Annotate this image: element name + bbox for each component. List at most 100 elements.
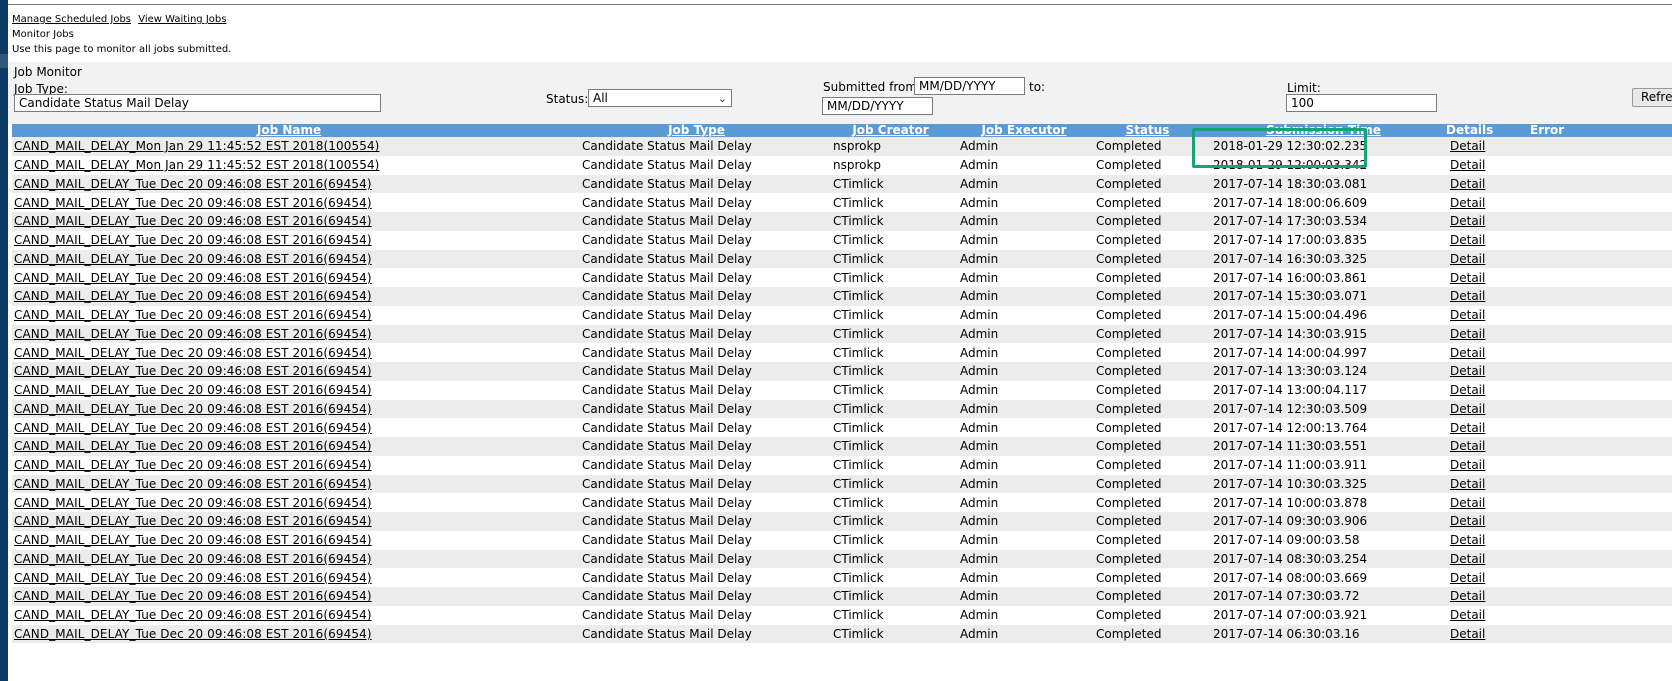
column-header-status[interactable]: Status	[1094, 124, 1201, 137]
table-row: CAND_MAIL_DELAY_Tue Dec 20 09:46:08 EST …	[12, 530, 1672, 550]
job-type-cell: Candidate Status Mail Delay	[566, 455, 827, 475]
detail-link[interactable]: Detail	[1450, 327, 1485, 341]
table-cell: CAND_MAIL_DELAY_Tue Dec 20 09:46:08 EST …	[12, 305, 566, 325]
job-name-link[interactable]: CAND_MAIL_DELAY_Tue Dec 20 09:46:08 EST …	[14, 496, 372, 510]
job-name-link[interactable]: CAND_MAIL_DELAY_Tue Dec 20 09:46:08 EST …	[14, 571, 372, 585]
job-type-cell: Candidate Status Mail Delay	[566, 437, 827, 456]
status-cell: Completed	[1094, 343, 1201, 362]
detail-link[interactable]: Detail	[1450, 552, 1485, 566]
detail-link[interactable]: Detail	[1450, 589, 1485, 603]
column-header-job-name[interactable]: Job Name	[12, 124, 566, 137]
job-type-cell: Candidate Status Mail Delay	[566, 474, 827, 494]
job-name-link[interactable]: CAND_MAIL_DELAY_Tue Dec 20 09:46:08 EST …	[14, 533, 372, 547]
view-waiting-jobs-link[interactable]: View Waiting Jobs	[138, 14, 226, 25]
job-name-link[interactable]: CAND_MAIL_DELAY_Tue Dec 20 09:46:08 EST …	[14, 552, 372, 566]
limit-field[interactable]: 100	[1286, 94, 1437, 112]
detail-link[interactable]: Detail	[1450, 533, 1485, 547]
job-name-link[interactable]: CAND_MAIL_DELAY_Tue Dec 20 09:46:08 EST …	[14, 589, 372, 603]
detail-link[interactable]: Detail	[1450, 252, 1485, 266]
job-name-link[interactable]: CAND_MAIL_DELAY_Tue Dec 20 09:46:08 EST …	[14, 458, 372, 472]
detail-link[interactable]: Detail	[1450, 421, 1485, 435]
submission-time-cell: 2017-07-14 11:00:03.911	[1201, 455, 1446, 475]
detail-link[interactable]: Detail	[1450, 196, 1485, 210]
job-creator-cell: CTimlick	[827, 474, 954, 494]
detail-link[interactable]: Detail	[1450, 477, 1485, 491]
submitted-from-field[interactable]: MM/DD/YYYY	[914, 77, 1025, 95]
detail-link[interactable]: Detail	[1450, 608, 1485, 622]
job-name-link[interactable]: CAND_MAIL_DELAY_Tue Dec 20 09:46:08 EST …	[14, 421, 372, 435]
manage-scheduled-jobs-link[interactable]: Manage Scheduled Jobs	[12, 14, 131, 25]
job-name-link[interactable]: CAND_MAIL_DELAY_Tue Dec 20 09:46:08 EST …	[14, 233, 372, 247]
detail-link[interactable]: Detail	[1450, 158, 1485, 172]
job-type-cell: Candidate Status Mail Delay	[566, 287, 827, 306]
table-cell: CAND_MAIL_DELAY_Tue Dec 20 09:46:08 EST …	[12, 399, 566, 419]
job-name-link[interactable]: CAND_MAIL_DELAY_Tue Dec 20 09:46:08 EST …	[14, 477, 372, 491]
job-type-cell: Candidate Status Mail Delay	[566, 155, 827, 175]
job-name-link[interactable]: CAND_MAIL_DELAY_Tue Dec 20 09:46:08 EST …	[14, 364, 372, 378]
job-name-link[interactable]: CAND_MAIL_DELAY_Tue Dec 20 09:46:08 EST …	[14, 402, 372, 416]
detail-link[interactable]: Detail	[1450, 458, 1485, 472]
detail-link[interactable]: Detail	[1450, 571, 1485, 585]
table-cell: CAND_MAIL_DELAY_Tue Dec 20 09:46:08 EST …	[12, 455, 566, 475]
detail-link[interactable]: Detail	[1450, 346, 1485, 360]
job-name-link[interactable]: CAND_MAIL_DELAY_Tue Dec 20 09:46:08 EST …	[14, 346, 372, 360]
sidebar-tab[interactable]	[0, 54, 8, 68]
job-name-link[interactable]: CAND_MAIL_DELAY_Tue Dec 20 09:46:08 EST …	[14, 608, 372, 622]
submitted-to-field[interactable]: MM/DD/YYYY	[822, 97, 933, 115]
column-header-job-type[interactable]: Job Type	[566, 124, 827, 137]
detail-link[interactable]: Detail	[1450, 214, 1485, 228]
detail-link[interactable]: Detail	[1450, 177, 1485, 191]
status-cell: Completed	[1094, 362, 1201, 381]
job-creator-cell: CTimlick	[827, 437, 954, 456]
job-name-link[interactable]: CAND_MAIL_DELAY_Mon Jan 29 11:45:52 EST …	[14, 139, 379, 153]
detail-link[interactable]: Detail	[1450, 233, 1485, 247]
job-name-link[interactable]: CAND_MAIL_DELAY_Tue Dec 20 09:46:08 EST …	[14, 289, 372, 303]
job-name-link[interactable]: CAND_MAIL_DELAY_Tue Dec 20 09:46:08 EST …	[14, 383, 372, 397]
detail-link[interactable]: Detail	[1450, 402, 1485, 416]
job-name-link[interactable]: CAND_MAIL_DELAY_Tue Dec 20 09:46:08 EST …	[14, 252, 372, 266]
refresh-button[interactable]: Refresh	[1632, 88, 1672, 107]
job-name-link[interactable]: CAND_MAIL_DELAY_Tue Dec 20 09:46:08 EST …	[14, 271, 372, 285]
detail-link[interactable]: Detail	[1450, 139, 1485, 153]
table-row: CAND_MAIL_DELAY_Tue Dec 20 09:46:08 EST …	[12, 568, 1672, 587]
job-creator-cell: CTimlick	[827, 512, 954, 531]
status-select[interactable]: All ⌄	[588, 89, 732, 107]
job-type-cell: Candidate Status Mail Delay	[566, 174, 827, 194]
chevron-down-icon: ⌄	[717, 92, 727, 105]
job-name-link[interactable]: CAND_MAIL_DELAY_Tue Dec 20 09:46:08 EST …	[14, 514, 372, 528]
job-executor-cell: Admin	[954, 493, 1094, 512]
table-cell: CAND_MAIL_DELAY_Tue Dec 20 09:46:08 EST …	[12, 193, 566, 212]
table-row: CAND_MAIL_DELAY_Tue Dec 20 09:46:08 EST …	[12, 249, 1672, 269]
detail-link[interactable]: Detail	[1450, 496, 1485, 510]
table-cell: CAND_MAIL_DELAY_Tue Dec 20 09:46:08 EST …	[12, 418, 566, 437]
job-creator-cell: CTimlick	[827, 568, 954, 587]
job-name-link[interactable]: CAND_MAIL_DELAY_Tue Dec 20 09:46:08 EST …	[14, 627, 372, 641]
detail-link[interactable]: Detail	[1450, 308, 1485, 322]
column-header-job-creator[interactable]: Job Creator	[827, 124, 954, 137]
job-name-link[interactable]: CAND_MAIL_DELAY_Tue Dec 20 09:46:08 EST …	[14, 177, 372, 191]
job-type-cell: Candidate Status Mail Delay	[566, 305, 827, 325]
table-cell: CAND_MAIL_DELAY_Mon Jan 29 11:45:52 EST …	[12, 155, 566, 175]
detail-link[interactable]: Detail	[1450, 289, 1485, 303]
job-name-link[interactable]: CAND_MAIL_DELAY_Tue Dec 20 09:46:08 EST …	[14, 214, 372, 228]
table-header-row: Job Name Job Type Job Creator Job Execut…	[12, 124, 1672, 137]
table-row: CAND_MAIL_DELAY_Tue Dec 20 09:46:08 EST …	[12, 380, 1672, 400]
detail-link[interactable]: Detail	[1450, 439, 1485, 453]
detail-link[interactable]: Detail	[1450, 364, 1485, 378]
detail-link[interactable]: Detail	[1450, 514, 1485, 528]
job-executor-cell: Admin	[954, 324, 1094, 344]
job-name-link[interactable]: CAND_MAIL_DELAY_Tue Dec 20 09:46:08 EST …	[14, 327, 372, 341]
detail-link[interactable]: Detail	[1450, 383, 1485, 397]
job-name-link[interactable]: CAND_MAIL_DELAY_Mon Jan 29 11:45:52 EST …	[14, 158, 379, 172]
job-type-field[interactable]: Candidate Status Mail Delay	[14, 94, 381, 112]
column-header-job-executor[interactable]: Job Executor	[954, 124, 1094, 137]
job-executor-cell: Admin	[954, 230, 1094, 250]
job-name-link[interactable]: CAND_MAIL_DELAY_Tue Dec 20 09:46:08 EST …	[14, 196, 372, 210]
column-header-submission-time[interactable]: Submission Time	[1201, 124, 1446, 137]
job-name-link[interactable]: CAND_MAIL_DELAY_Tue Dec 20 09:46:08 EST …	[14, 308, 372, 322]
table-cell: Detail	[1446, 324, 1528, 344]
job-name-link[interactable]: CAND_MAIL_DELAY_Tue Dec 20 09:46:08 EST …	[14, 439, 372, 453]
detail-link[interactable]: Detail	[1450, 271, 1485, 285]
table-cell: CAND_MAIL_DELAY_Tue Dec 20 09:46:08 EST …	[12, 249, 566, 269]
detail-link[interactable]: Detail	[1450, 627, 1485, 641]
